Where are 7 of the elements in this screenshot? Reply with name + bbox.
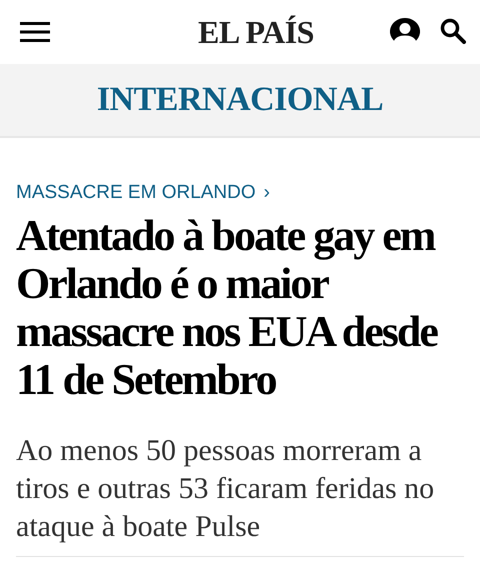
headline: Atentado à boate gay em Orlando é o maior massacre nos EUA desde 11 de Setembro: [16, 212, 438, 404]
logo[interactable]: EL PAÍS: [198, 14, 314, 50]
menu-icon[interactable]: [20, 22, 50, 42]
search-icon[interactable]: [440, 18, 466, 46]
kicker-link[interactable]: MASSACRE EM ORLANDO ›: [16, 182, 270, 204]
section-title[interactable]: INTERNACIONAL: [96, 81, 384, 119]
article-summary: Ao menos 50 pessoas morreram a tiros e outras 53 ficaram feridas no ataque à boate Pulse: [16, 433, 436, 545]
